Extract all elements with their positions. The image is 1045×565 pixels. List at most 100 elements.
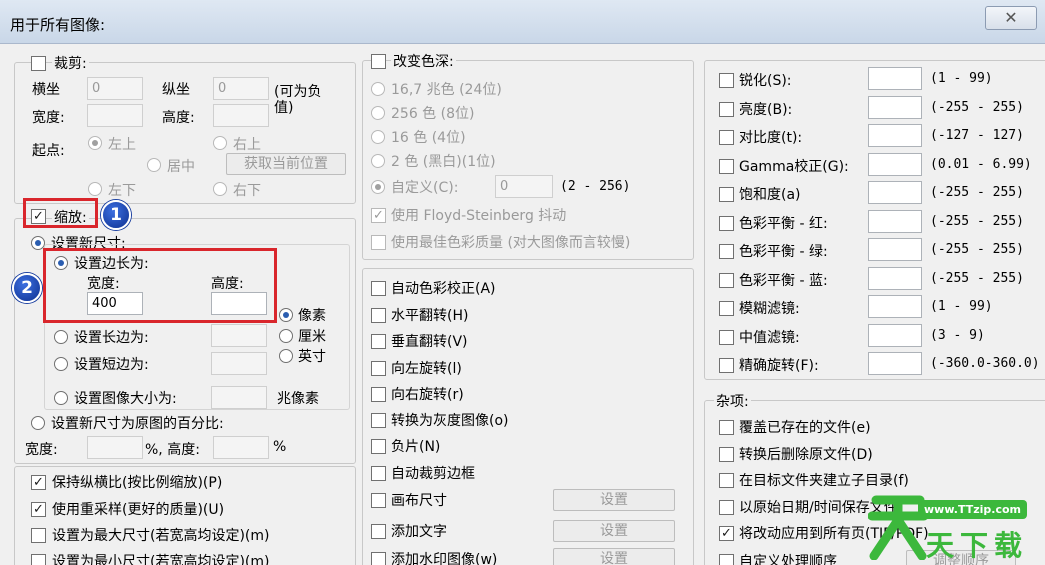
add-watermark-checkbox[interactable]: [371, 552, 386, 565]
adjustment-checkbox[interactable]: [719, 158, 734, 174]
grayscale-checkbox[interactable]: [371, 413, 386, 428]
auto-crop-checkbox[interactable]: [371, 466, 386, 481]
crop-height-label: 高度:: [162, 110, 195, 126]
apply-all-pages-checkbox[interactable]: ✓: [719, 526, 734, 541]
adjustment-checkbox[interactable]: [719, 130, 734, 145]
crop-width-input[interactable]: [87, 104, 143, 127]
depth-custom-radio[interactable]: [371, 180, 385, 194]
canvas-settings-button[interactable]: 设置: [553, 489, 675, 511]
unit-pixel-radio[interactable]: [279, 308, 293, 322]
adjustment-checkbox[interactable]: [719, 101, 734, 117]
keep-date-checkbox[interactable]: [719, 500, 734, 515]
keep-aspect-checkbox[interactable]: ✓: [31, 475, 46, 490]
flip-v-label: 垂直翻转(V): [391, 334, 468, 350]
max-size-checkbox[interactable]: [31, 528, 46, 543]
adjustment-checkbox[interactable]: [719, 73, 734, 88]
crop-negative-note: (可为负值): [274, 84, 322, 116]
color-depth-checkbox[interactable]: [371, 54, 386, 69]
depth-16-radio[interactable]: [371, 130, 385, 144]
set-long-side-radio[interactable]: [54, 330, 68, 344]
adjustment-checkbox[interactable]: [719, 215, 734, 231]
close-button[interactable]: ✕: [985, 6, 1037, 30]
adjustment-checkbox[interactable]: [719, 358, 734, 373]
megapixel-label: 兆像素: [277, 391, 319, 407]
short-side-input[interactable]: [211, 352, 267, 375]
depth-custom-input[interactable]: 0: [495, 175, 553, 198]
adjustment-input[interactable]: [868, 209, 922, 233]
floyd-checkbox[interactable]: ✓: [371, 208, 386, 223]
set-image-size-radio[interactable]: [54, 391, 68, 405]
percent-height-input[interactable]: [213, 436, 269, 459]
adjustment-label: 中值滤镜:: [739, 329, 800, 346]
auto-color-checkbox[interactable]: [371, 281, 386, 296]
adjustment-input[interactable]: [868, 352, 922, 375]
negative-checkbox[interactable]: [371, 439, 386, 454]
depth-2-radio[interactable]: [371, 154, 385, 168]
adjustment-range: (-255 - 255): [930, 242, 1024, 257]
long-side-input[interactable]: [211, 324, 267, 347]
min-size-checkbox[interactable]: [31, 554, 46, 565]
adjustment-input[interactable]: [868, 152, 922, 176]
set-image-size-label: 设置图像大小为:: [74, 391, 177, 407]
create-subdir-checkbox[interactable]: [719, 473, 734, 488]
adjustment-checkbox[interactable]: [719, 244, 734, 259]
overwrite-checkbox[interactable]: [719, 420, 734, 435]
adjustment-label: 锐化(S):: [739, 73, 792, 89]
image-size-input[interactable]: [211, 386, 267, 409]
canvas-size-checkbox[interactable]: [371, 493, 386, 508]
get-position-button[interactable]: 获取当前位置: [226, 153, 346, 175]
adjustment-checkbox[interactable]: [719, 301, 734, 316]
adjustment-checkbox[interactable]: [719, 329, 734, 345]
unit-cm-radio[interactable]: [279, 329, 293, 343]
adjustment-input[interactable]: [868, 323, 922, 347]
adjustment-input[interactable]: [868, 124, 922, 147]
adjustment-input[interactable]: [868, 95, 922, 119]
watermark-brand: 天下载: [926, 529, 1029, 562]
highlight-box-resize: [23, 198, 98, 228]
origin-center-radio[interactable]: [147, 158, 161, 172]
origin-bottom-left-radio[interactable]: [88, 182, 102, 196]
origin-bottom-right-radio[interactable]: [213, 182, 227, 196]
adjustment-input[interactable]: [868, 266, 922, 290]
adjustment-checkbox[interactable]: [719, 272, 734, 288]
unit-inch-radio[interactable]: [279, 349, 293, 363]
set-short-side-label: 设置短边为:: [74, 357, 149, 373]
add-text-checkbox[interactable]: [371, 524, 386, 539]
origin-top-right-radio[interactable]: [213, 136, 227, 150]
custom-order-label: 自定义处理顺序: [739, 554, 837, 565]
flip-h-label: 水平翻转(H): [391, 308, 469, 324]
crop-checkbox[interactable]: [31, 56, 46, 71]
use-resample-checkbox[interactable]: ✓: [31, 502, 46, 517]
text-settings-button[interactable]: 设置: [553, 520, 675, 542]
best-quality-checkbox[interactable]: [371, 235, 386, 250]
adjustment-range: (0.01 - 6.99): [930, 156, 1032, 172]
flip-v-checkbox[interactable]: [371, 334, 386, 349]
depth-256-radio[interactable]: [371, 106, 385, 120]
crop-vertical-input[interactable]: 0: [213, 77, 269, 100]
watermark-settings-button[interactable]: 设置: [553, 548, 675, 565]
adjustment-input[interactable]: [868, 295, 922, 318]
set-short-side-radio[interactable]: [54, 357, 68, 371]
adjustment-input[interactable]: [868, 181, 922, 204]
crop-horizontal-input[interactable]: 0: [87, 77, 143, 100]
depth-16m-radio[interactable]: [371, 82, 385, 96]
unit-pixel-label: 像素: [298, 308, 326, 324]
rotate-right-checkbox[interactable]: [371, 387, 386, 402]
unit-inch-label: 英寸: [298, 349, 326, 365]
adjustment-input[interactable]: [868, 67, 922, 90]
percent-width-input[interactable]: [87, 436, 143, 459]
origin-top-left-radio[interactable]: [88, 136, 102, 150]
adjustment-checkbox[interactable]: [719, 187, 734, 202]
crop-width-label: 宽度:: [32, 110, 65, 126]
adjustment-input[interactable]: [868, 238, 922, 261]
rotate-left-checkbox[interactable]: [371, 361, 386, 376]
custom-order-checkbox[interactable]: [719, 554, 734, 565]
adjustment-label: 色彩平衡 - 蓝:: [739, 272, 828, 289]
flip-h-checkbox[interactable]: [371, 308, 386, 323]
delete-original-label: 转换后删除原文件(D): [739, 447, 873, 463]
delete-original-checkbox[interactable]: [719, 447, 734, 462]
percent-option-radio[interactable]: [31, 416, 45, 430]
adjustment-range: (-360.0-360.0): [930, 356, 1040, 371]
crop-height-input[interactable]: [213, 104, 269, 127]
step-badge-1: 1: [101, 200, 131, 230]
